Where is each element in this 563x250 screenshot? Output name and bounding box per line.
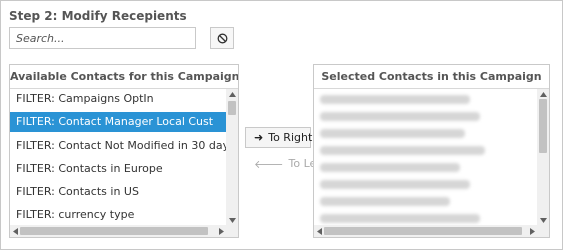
redacted-contact-row[interactable] <box>320 94 470 104</box>
list-item[interactable]: FILTER: Contact Not Modified in 30 day <box>10 136 226 156</box>
redacted-contact-row[interactable] <box>320 111 480 121</box>
scroll-right-arrow-icon[interactable] <box>527 225 537 237</box>
scrollbar-corner <box>226 225 238 237</box>
list-item[interactable]: FILTER: Contacts in Europe <box>10 159 226 179</box>
scrollbar-corner <box>537 225 549 237</box>
selected-contacts-list[interactable] <box>314 89 537 225</box>
list-item[interactable]: FILTER: Contacts in US <box>10 182 226 202</box>
available-contacts-list[interactable]: FILTER: Campaigns OptIn FILTER: Contact M… <box>10 89 226 225</box>
list-item[interactable]: FILTER: Contact Manager Local Cust <box>10 112 226 133</box>
to-left-button[interactable]: 🡐 To Left <box>245 153 324 174</box>
to-right-label: To Right <box>268 131 313 144</box>
scrollbar-thumb[interactable] <box>539 99 547 153</box>
list-item[interactable]: FILTER: Campaigns OptIn <box>10 89 226 109</box>
scroll-up-arrow-icon[interactable] <box>537 89 549 99</box>
arrow-right-icon: ➜ <box>254 131 264 144</box>
scrollbar-thumb[interactable] <box>20 227 208 235</box>
scroll-left-arrow-icon[interactable] <box>314 225 324 237</box>
available-contacts-panel: Available Contacts for this Campaign FIL… <box>9 64 239 238</box>
redacted-contact-row[interactable] <box>320 162 460 172</box>
scroll-up-arrow-icon[interactable] <box>226 89 238 99</box>
step-title: Step 2: Modify Recepients <box>9 9 187 23</box>
selected-contacts-panel: Selected Contacts in this Campaign <box>313 64 550 238</box>
selected-contacts-header: Selected Contacts in this Campaign <box>314 65 549 89</box>
clear-search-button[interactable] <box>210 27 234 49</box>
redacted-contact-row[interactable] <box>320 179 470 189</box>
available-vertical-scrollbar[interactable] <box>226 89 238 225</box>
scroll-down-arrow-icon[interactable] <box>537 215 549 225</box>
to-right-button[interactable]: ➜ To Right <box>245 127 313 148</box>
available-contacts-header: Available Contacts for this Campaign <box>10 65 238 89</box>
redacted-contact-row[interactable] <box>320 213 480 223</box>
selected-vertical-scrollbar[interactable] <box>537 89 549 225</box>
redacted-contact-row[interactable] <box>320 196 450 206</box>
scrollbar-thumb[interactable] <box>228 101 236 116</box>
redacted-contact-row[interactable] <box>320 145 485 155</box>
scroll-down-arrow-icon[interactable] <box>226 215 238 225</box>
redacted-contact-row[interactable] <box>320 128 465 138</box>
search-input[interactable] <box>9 27 196 49</box>
scrollbar-thumb[interactable] <box>324 227 522 235</box>
scroll-left-arrow-icon[interactable] <box>10 225 20 237</box>
scroll-right-arrow-icon[interactable] <box>216 225 226 237</box>
ban-icon <box>217 33 227 43</box>
available-horizontal-scrollbar[interactable] <box>10 225 226 237</box>
list-item[interactable]: FILTER: currency type <box>10 205 226 225</box>
arrow-left-icon: 🡐 <box>254 157 284 171</box>
selected-horizontal-scrollbar[interactable] <box>314 225 537 237</box>
